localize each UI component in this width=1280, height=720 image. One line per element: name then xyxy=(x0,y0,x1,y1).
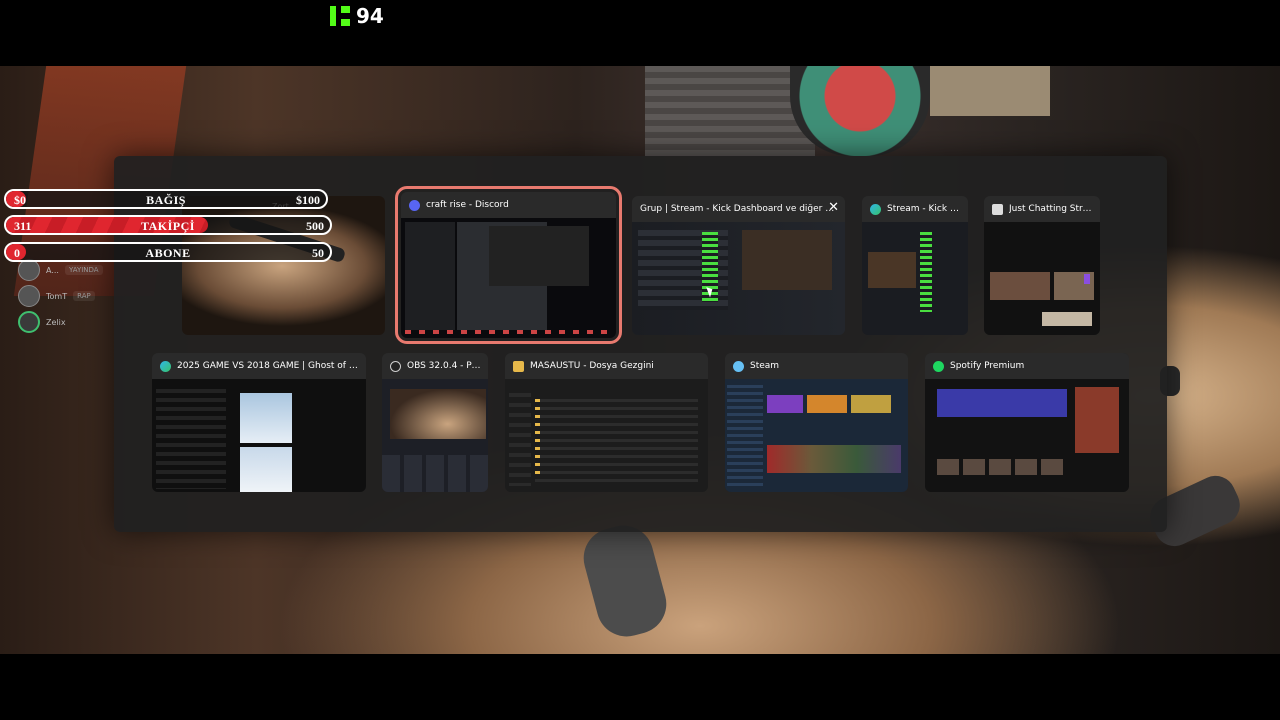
viewer-count: 94 xyxy=(356,4,384,28)
window-title: Stream - Kick Dash... xyxy=(887,204,968,214)
window-preview xyxy=(862,222,968,335)
window-thumbnail-kick-dashboard[interactable]: Stream - Kick Dash... xyxy=(862,196,968,335)
window-thumbnail-youtube[interactable]: 2025 GAME VS 2018 GAME | Ghost of Yotei … xyxy=(152,353,366,492)
viewer-name: Zelix xyxy=(46,317,66,327)
window-thumbnail-file-explorer[interactable]: MASAÜSTÜ - Dosya Gezgini xyxy=(505,353,708,492)
spotify-icon xyxy=(933,360,944,372)
window-title: MASAÜSTÜ - Dosya Gezgini xyxy=(530,361,654,371)
goal-target: 500 xyxy=(306,219,324,233)
window-title: Spotify Premium xyxy=(950,361,1025,371)
window-preview xyxy=(925,379,1129,492)
avatar xyxy=(18,311,40,333)
window-thumbnail-obs[interactable]: OBS 32.0.4 - Profil:... xyxy=(382,353,488,492)
letterbox-top xyxy=(0,0,1280,66)
window-title-bar: Grup | Stream - Kick Dashboard ve diğer … xyxy=(632,196,845,222)
window-thumbnail-discord[interactable]: craft rise - Discord xyxy=(395,186,622,344)
goal-label: BAĞIŞ xyxy=(146,193,186,207)
discord-icon xyxy=(409,199,420,211)
browser-icon xyxy=(992,203,1003,215)
viewer-entry: TomT RAP xyxy=(18,285,95,307)
window-title: Steam xyxy=(750,361,780,371)
window-title-bar: Just Chatting Streami... xyxy=(984,196,1100,222)
window-preview xyxy=(505,379,708,492)
window-thumbnail-steam[interactable]: Steam xyxy=(725,353,908,492)
goal-label: ABONE xyxy=(145,246,191,260)
scene-cardboard-box xyxy=(930,66,1050,116)
goal-target: 50 xyxy=(312,246,324,260)
window-thumbnail-spotify[interactable]: Spotify Premium xyxy=(925,353,1129,492)
avatar xyxy=(18,259,40,281)
goal-target: $100 xyxy=(296,193,320,207)
steam-icon xyxy=(733,360,744,372)
window-title: 2025 GAME VS 2018 GAME | Ghost of Yotei … xyxy=(177,361,366,371)
close-icon[interactable]: ✕ xyxy=(828,200,839,215)
goal-bar-followers: 311 TAKİPÇİ 500 xyxy=(4,215,332,235)
window-preview xyxy=(401,218,616,338)
viewer-entry: A... YAYINDA xyxy=(18,259,103,281)
viewer-name: TomT xyxy=(46,291,68,301)
avatar xyxy=(18,285,40,307)
folder-icon xyxy=(513,360,524,372)
window-title: Just Chatting Streami... xyxy=(1009,204,1100,214)
kick-logo-icon xyxy=(330,6,350,26)
window-title-bar: Steam xyxy=(725,353,908,379)
viewer-name: A... xyxy=(46,265,59,275)
obs-icon xyxy=(390,360,401,372)
window-thumbnail-kick-dashboard-group[interactable]: Grup | Stream - Kick Dashboard ve diğer … xyxy=(632,196,845,335)
window-title-bar: Spotify Premium xyxy=(925,353,1129,379)
kick-viewer-counter: 94 xyxy=(330,4,384,28)
window-title: Grup | Stream - Kick Dashboard ve diğer … xyxy=(640,204,845,214)
window-thumbnail-just-chatting[interactable]: Just Chatting Streami... xyxy=(984,196,1100,335)
window-title-bar: 2025 GAME VS 2018 GAME | Ghost of Yotei … xyxy=(152,353,366,379)
letterbox-bottom xyxy=(0,654,1280,720)
edge-icon xyxy=(870,203,881,215)
window-preview xyxy=(632,222,845,335)
window-preview xyxy=(152,379,366,492)
window-title: OBS 32.0.4 - Profil:... xyxy=(407,361,488,371)
scene-character-foot xyxy=(576,518,674,644)
goal-bar-subscribers: 0 ABONE 50 xyxy=(4,242,332,262)
window-preview xyxy=(984,222,1100,335)
task-switcher: Zort craft rise - Discord Grup | Stream … xyxy=(114,156,1167,532)
window-title-bar: Stream - Kick Dash... xyxy=(862,196,968,222)
window-title-bar: craft rise - Discord xyxy=(401,192,616,218)
viewer-tag: YAYINDA xyxy=(64,265,103,275)
window-preview xyxy=(382,379,488,492)
window-preview xyxy=(725,379,908,492)
window-title-bar: MASAÜSTÜ - Dosya Gezgini xyxy=(505,353,708,379)
window-title-bar: OBS 32.0.4 - Profil:... xyxy=(382,353,488,379)
window-title: craft rise - Discord xyxy=(426,200,509,210)
viewer-entry: Zelix xyxy=(18,311,66,333)
edge-icon xyxy=(160,360,171,372)
viewer-tag: RAP xyxy=(73,291,95,301)
goal-bar-donation: $0 BAĞIŞ $100 xyxy=(4,189,328,209)
goal-label: TAKİPÇİ xyxy=(141,219,195,233)
